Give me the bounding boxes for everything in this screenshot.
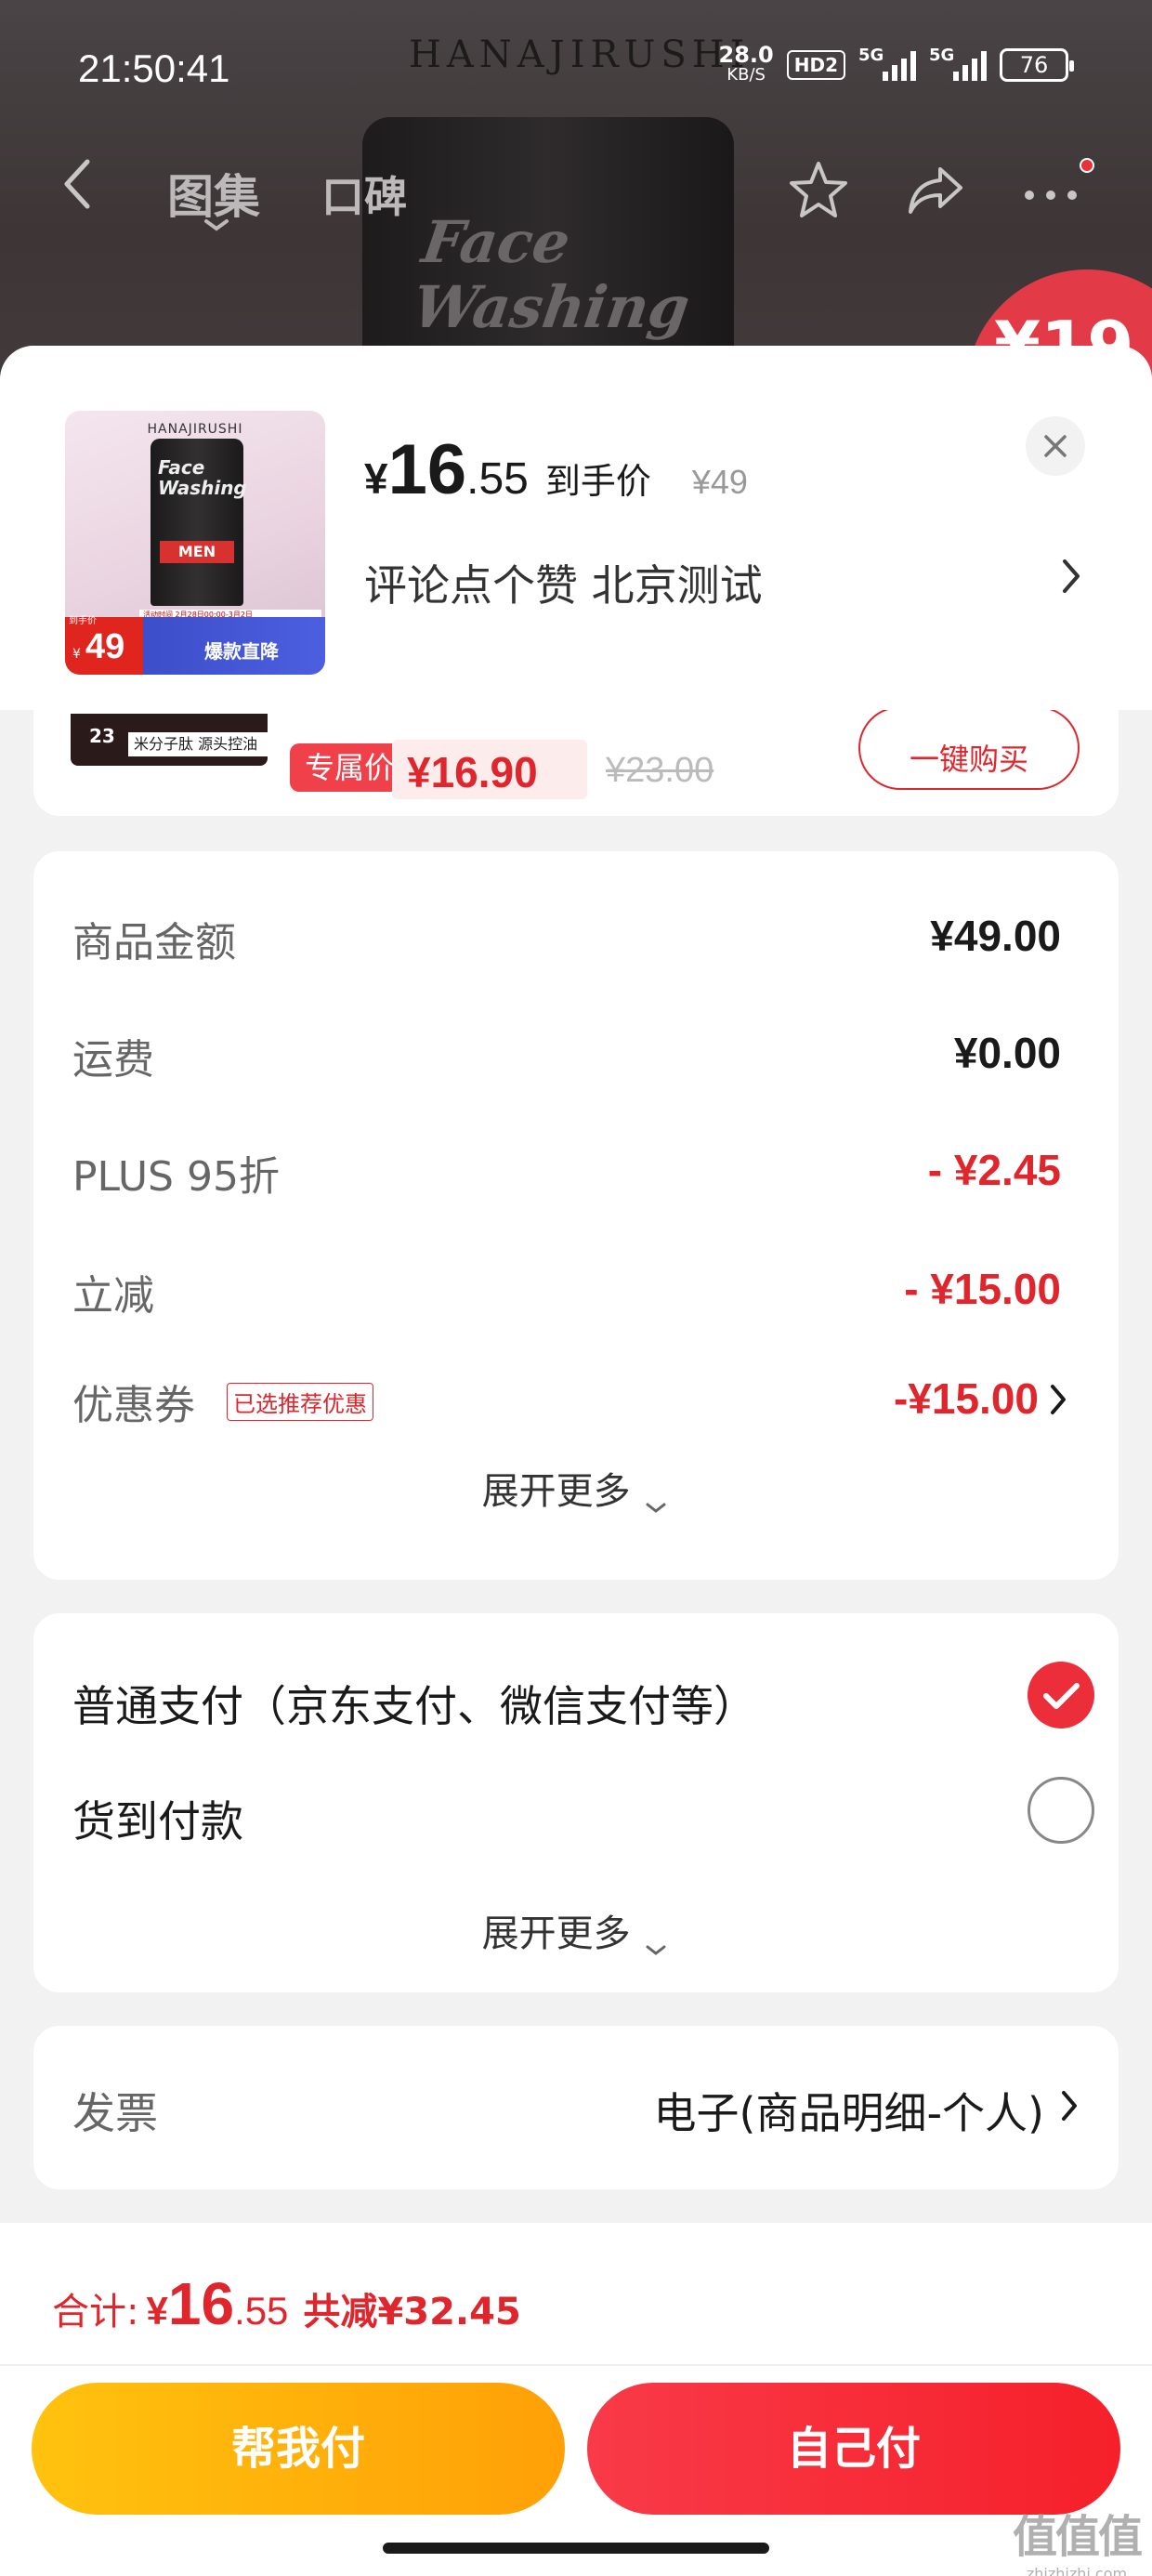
payment-method-card: 普通支付（京东支付、微信支付等） 货到付款 展开更多	[33, 1613, 1119, 1992]
invoice-value: 电子(商品明细-个人)	[653, 2088, 1045, 2138]
home-indicator[interactable]	[383, 2543, 769, 2554]
order-total: 合计: ¥ 16 .55 共减¥32.45	[52, 2270, 521, 2337]
recommendation-thumbnail[interactable]: 23 米分子肽 源头控油	[71, 714, 268, 766]
back-icon[interactable]	[59, 156, 97, 212]
status-icons: 28.0 KB/S HD2 5G 5G 76	[718, 42, 1074, 85]
final-price-label: 到手价	[544, 461, 651, 502]
hero-tube-text-line2: Washing	[409, 273, 694, 341]
share-icon[interactable]	[903, 158, 968, 223]
product-nav-bar: 图集 口碑	[0, 139, 1152, 242]
chevron-down-icon	[642, 1926, 670, 1955]
fee-row-shipping: 运费 ¥0.00	[72, 1029, 1061, 1084]
site-watermark: 值值值 zhizhizhi.com	[1012, 2511, 1143, 2576]
fee-breakdown-card: 商品金额 ¥49.00 运费 ¥0.00 PLUS 95折 - ¥2.45 立减…	[33, 851, 1119, 1580]
notification-dot	[1080, 158, 1094, 173]
total-savings: 共减¥32.45	[303, 2291, 521, 2333]
pay-myself-button[interactable]: 自己付	[587, 2383, 1120, 2515]
original-price: ¥49	[691, 463, 748, 501]
more-icon[interactable]	[1018, 158, 1083, 223]
exclusive-price-tag: 专属价	[290, 743, 410, 792]
fee-row-coupon[interactable]: 优惠券 已选推荐优惠 -¥15.00	[72, 1372, 1066, 1429]
sheet-header: HANAJIRUSHI Face Washing MEN 活动时间 2月28日0…	[0, 346, 1152, 710]
payment-option-cod[interactable]: 货到付款	[72, 1777, 1094, 1851]
payment-option-online[interactable]: 普通支付（京东支付、微信支付等）	[72, 1662, 1094, 1736]
coupon-recommended-badge: 已选推荐优惠	[227, 1383, 373, 1421]
final-price: ¥ 16 .55 到手价 ¥49	[364, 430, 748, 509]
product-subtitle[interactable]: 评论点个赞 北京测试	[364, 552, 763, 613]
signal-strength-icon: 5G	[858, 46, 916, 81]
footer-divider	[0, 2364, 1152, 2366]
chevron-right-icon[interactable]	[1059, 2087, 1080, 2124]
recommendation-price: ¥16.90	[407, 748, 538, 796]
fee-row-plus-discount: PLUS 95折 - ¥2.45	[72, 1146, 1061, 1201]
hd-voice-icon: HD2	[786, 50, 845, 80]
chevron-down-icon	[642, 1484, 670, 1513]
radio-checked-icon[interactable]	[1028, 1662, 1094, 1728]
product-thumbnail: HANAJIRUSHI Face Washing MEN 活动时间 2月28日0…	[65, 411, 325, 675]
network-speed: 28.0 KB/S	[718, 42, 774, 85]
fee-row-instant-discount: 立减 - ¥15.00	[72, 1265, 1061, 1320]
chevron-right-icon[interactable]	[1048, 1381, 1068, 1418]
status-bar: 21:50:41 28.0 KB/S HD2 5G 5G 76	[0, 0, 1152, 139]
battery-icon: 76	[1000, 48, 1074, 82]
fee-row-goods: 商品金额 ¥49.00	[72, 912, 1061, 966]
radio-unchecked-icon[interactable]	[1028, 1777, 1094, 1844]
expand-more-fees[interactable]: 展开更多	[33, 1461, 1119, 1515]
signal-strength-icon-2: 5G	[929, 46, 987, 81]
expand-more-payment[interactable]: 展开更多	[33, 1903, 1119, 1957]
invoice-label: 发票	[72, 2088, 158, 2138]
tab-active-indicator	[203, 217, 230, 232]
checkout-footer: 合计: ¥ 16 .55 共减¥32.45 帮我付 自己付 值值值 zhizhi…	[0, 2223, 1152, 2576]
status-time: 21:50:41	[78, 46, 230, 90]
chevron-right-icon[interactable]	[1059, 556, 1083, 597]
one-click-buy-button[interactable]: 一键购买	[858, 706, 1080, 790]
close-icon[interactable]	[1026, 416, 1085, 476]
tab-reviews[interactable]: 口碑	[321, 164, 407, 225]
star-icon[interactable]	[786, 158, 851, 223]
help-me-pay-button[interactable]: 帮我付	[32, 2383, 565, 2515]
recommendation-original-price: ¥23.00	[606, 751, 714, 790]
invoice-card[interactable]: 发票 电子(商品明细-个人)	[33, 2026, 1119, 2189]
